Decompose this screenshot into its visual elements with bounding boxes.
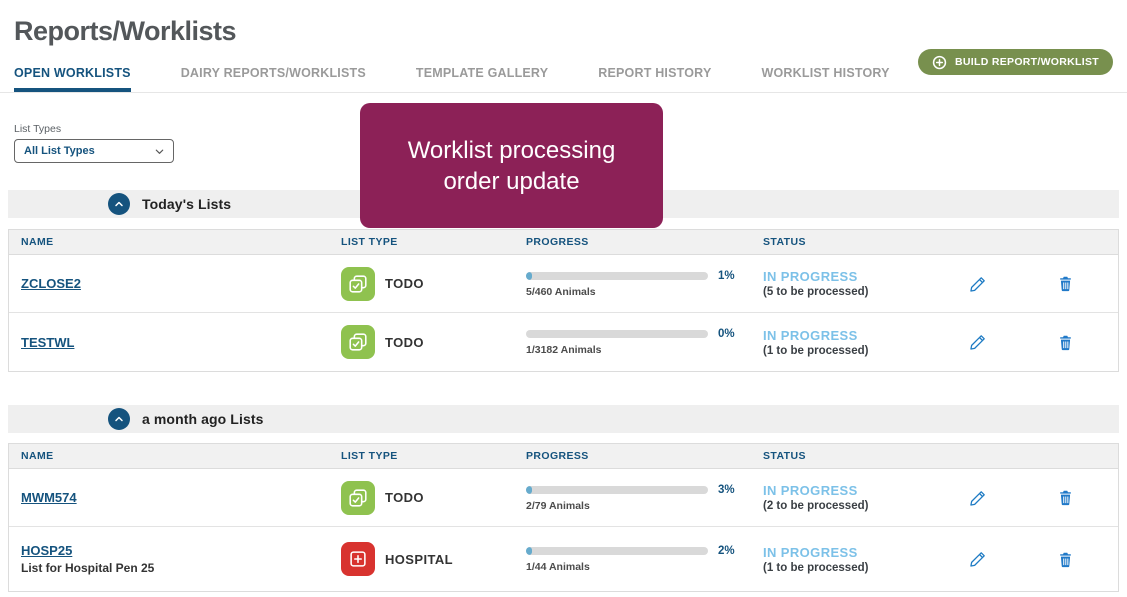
tab-open-worklists[interactable]: OPEN WORKLISTS [14, 66, 131, 92]
tooltip-text: Worklist processing order update [387, 135, 637, 197]
worklist-name-link[interactable]: TESTWL [21, 335, 74, 350]
list-type-label: TODO [385, 276, 424, 291]
plus-circle-icon [932, 55, 947, 70]
worklists-table: NAME LIST TYPE PROGRESS STATUS ZCLOSE2 [8, 229, 1119, 372]
column-header-status: STATUS [763, 450, 943, 462]
todo-icon [341, 325, 375, 359]
progress-bar [526, 330, 708, 338]
chevron-up-icon [113, 413, 125, 425]
pencil-icon [969, 550, 987, 568]
chevron-down-icon [154, 146, 165, 157]
pencil-icon [969, 275, 987, 293]
progress-bar [526, 486, 708, 494]
chevron-up-icon [113, 198, 125, 210]
status-detail: (5 to be processed) [763, 286, 943, 298]
pencil-icon [969, 333, 987, 351]
worklist-subtitle: List for Hospital Pen 25 [21, 561, 341, 575]
progress-percent: 2% [718, 545, 735, 557]
delete-button[interactable] [1013, 275, 1118, 292]
animals-count: 1/44 Animals [526, 561, 753, 573]
edit-button[interactable] [943, 333, 1013, 351]
page-title: Reports/Worklists [0, 0, 1127, 47]
build-button-label: BUILD REPORT/WORKLIST [955, 56, 1099, 68]
delete-button[interactable] [1013, 334, 1118, 351]
edit-button[interactable] [943, 489, 1013, 507]
delete-button[interactable] [1013, 489, 1118, 506]
progress-bar [526, 547, 708, 555]
delete-button[interactable] [1013, 551, 1118, 568]
tab-dairy-reports-worklists[interactable]: DAIRY REPORTS/WORKLISTS [181, 66, 366, 92]
column-header-status: STATUS [763, 236, 943, 248]
todo-icon [341, 481, 375, 515]
status-detail: (1 to be processed) [763, 345, 943, 357]
status-detail: (1 to be processed) [763, 562, 943, 574]
animals-count: 5/460 Animals [526, 286, 753, 298]
list-types-selected-value: All List Types [24, 145, 95, 157]
column-header-name: NAME [21, 236, 341, 248]
list-types-select[interactable]: All List Types [14, 139, 174, 163]
list-type-label: TODO [385, 490, 424, 505]
worklists-table: NAME LIST TYPE PROGRESS STATUS MWM574 [8, 443, 1119, 592]
worklist-processing-tooltip: Worklist processing order update [360, 103, 663, 228]
tab-template-gallery[interactable]: TEMPLATE GALLERY [416, 66, 548, 92]
table-row: TESTWL TODO 0% [9, 313, 1118, 371]
progress-percent: 1% [718, 270, 735, 282]
column-header-name: NAME [21, 450, 341, 462]
tab-worklist-history[interactable]: WORKLIST HISTORY [761, 66, 889, 92]
trash-icon [1057, 551, 1074, 568]
trash-icon [1057, 275, 1074, 292]
tab-bar: OPEN WORKLISTS DAIRY REPORTS/WORKLISTS T… [0, 61, 1127, 93]
worklist-name-link[interactable]: HOSP25 [21, 543, 72, 558]
column-header-list-type: LIST TYPE [341, 236, 526, 248]
table-header-row: NAME LIST TYPE PROGRESS STATUS [9, 230, 1118, 255]
edit-button[interactable] [943, 275, 1013, 293]
trash-icon [1057, 489, 1074, 506]
status-badge: IN PROGRESS [763, 269, 943, 284]
section-month-ago-lists: a month ago Lists NAME LIST TYPE PROGRES… [8, 405, 1119, 592]
progress-bar [526, 272, 708, 280]
progress-percent: 0% [718, 328, 735, 340]
pencil-icon [969, 489, 987, 507]
tab-report-history[interactable]: REPORT HISTORY [598, 66, 711, 92]
column-header-progress: PROGRESS [526, 450, 763, 462]
column-header-progress: PROGRESS [526, 236, 763, 248]
section-title: a month ago Lists [142, 411, 264, 427]
table-row: ZCLOSE2 TODO 1 [9, 255, 1118, 313]
section-header: a month ago Lists [8, 405, 1119, 433]
progress-percent: 3% [718, 484, 735, 496]
list-type-label: HOSPITAL [385, 552, 453, 567]
status-badge: IN PROGRESS [763, 328, 943, 343]
trash-icon [1057, 334, 1074, 351]
animals-count: 1/3182 Animals [526, 344, 753, 356]
table-row: HOSP25 List for Hospital Pen 25 HOSPITAL [9, 527, 1118, 591]
build-report-worklist-button[interactable]: BUILD REPORT/WORKLIST [918, 49, 1113, 75]
table-row: MWM574 TODO 3% [9, 469, 1118, 527]
worklist-name-link[interactable]: MWM574 [21, 490, 77, 505]
worklist-name-link[interactable]: ZCLOSE2 [21, 276, 81, 291]
status-badge: IN PROGRESS [763, 545, 943, 560]
status-detail: (2 to be processed) [763, 500, 943, 512]
collapse-section-button[interactable] [108, 408, 130, 430]
hospital-icon [341, 542, 375, 576]
status-badge: IN PROGRESS [763, 483, 943, 498]
reports-worklists-page: Reports/Worklists OPEN WORKLISTS DAIRY R… [0, 0, 1127, 597]
edit-button[interactable] [943, 550, 1013, 568]
list-type-label: TODO [385, 335, 424, 350]
column-header-list-type: LIST TYPE [341, 450, 526, 462]
todo-icon [341, 267, 375, 301]
collapse-section-button[interactable] [108, 193, 130, 215]
animals-count: 2/79 Animals [526, 500, 753, 512]
table-header-row: NAME LIST TYPE PROGRESS STATUS [9, 444, 1118, 469]
section-title: Today's Lists [142, 196, 231, 212]
